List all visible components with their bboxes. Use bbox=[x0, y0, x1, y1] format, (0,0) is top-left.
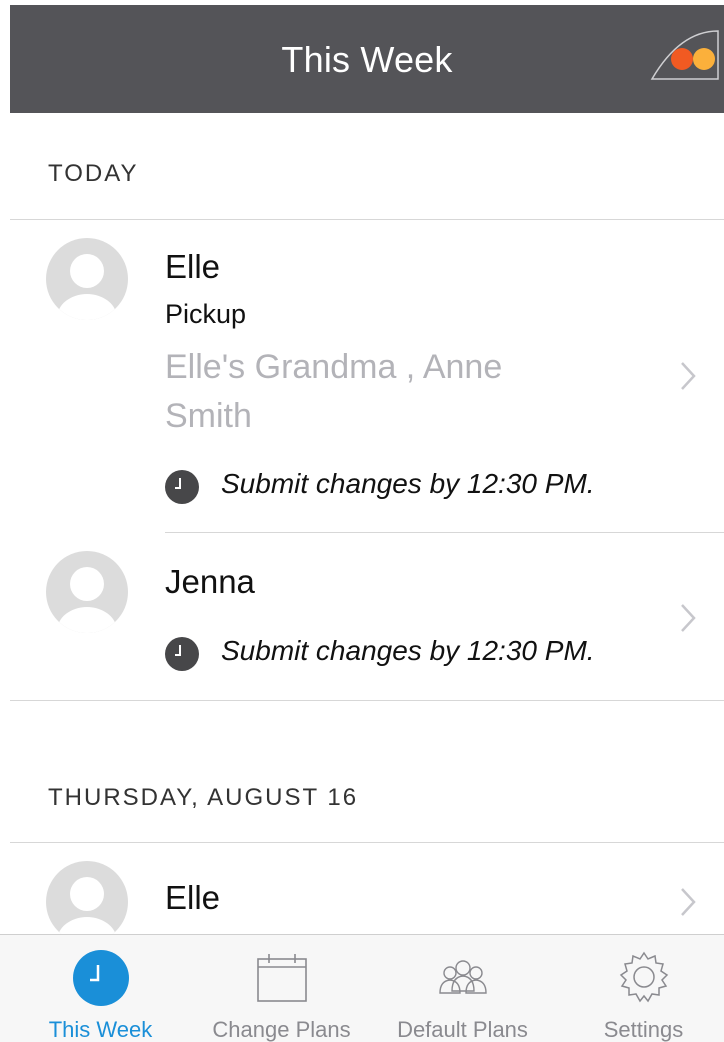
pickup-people: Elle's Grandma , Anne Smith bbox=[165, 348, 503, 435]
tab-settings[interactable]: Settings bbox=[553, 935, 724, 1042]
plan-type: Pickup bbox=[165, 299, 247, 329]
group-icon bbox=[438, 960, 487, 994]
deadline-text: Submit changes by 12:30 PM. bbox=[221, 635, 595, 666]
page-title: This Week bbox=[281, 39, 453, 80]
tab-label: Settings bbox=[603, 1017, 684, 1042]
tab-label: This Week bbox=[48, 1017, 153, 1042]
section-header-today: TODAY bbox=[48, 160, 139, 187]
child-name: Jenna bbox=[165, 563, 255, 600]
avatar-placeholder-icon bbox=[46, 551, 128, 633]
tab-change-plans[interactable]: Change Plans bbox=[191, 935, 372, 1042]
clock-icon bbox=[165, 470, 199, 504]
navigation-bar: This Week bbox=[10, 5, 724, 113]
tab-bar: This Week Change Plans Default Plans Set… bbox=[0, 934, 724, 1042]
tab-label: Change Plans bbox=[212, 1017, 351, 1042]
section-header-thursday: THURSDAY, AUGUST 16 bbox=[48, 784, 359, 811]
child-name: Elle bbox=[165, 248, 221, 285]
clock-icon bbox=[72, 950, 129, 1006]
section-divider bbox=[10, 700, 724, 701]
list-item-jenna-today[interactable]: Jenna Submit changes by 12:30 PM. bbox=[0, 533, 724, 700]
tab-label: Default Plans bbox=[397, 1017, 528, 1042]
app-screen: This Week TODAY Elle Pickup Elle's Grand… bbox=[0, 0, 724, 1042]
brand-logo-icon bbox=[650, 30, 719, 80]
gear-icon bbox=[619, 951, 668, 1003]
tab-this-week[interactable]: This Week bbox=[10, 935, 191, 1042]
child-name: Elle bbox=[165, 879, 221, 916]
deadline-text: Submit changes by 12:30 PM. bbox=[221, 468, 595, 499]
tab-default-plans[interactable]: Default Plans bbox=[372, 935, 553, 1042]
clock-icon bbox=[165, 637, 199, 671]
avatar-placeholder-icon bbox=[46, 861, 128, 934]
calendar-icon bbox=[256, 954, 307, 1002]
chevron-right-icon bbox=[681, 604, 696, 632]
list-item-elle-thursday[interactable]: Elle bbox=[0, 843, 724, 934]
chevron-right-icon bbox=[681, 888, 696, 916]
avatar-placeholder-icon bbox=[46, 238, 128, 320]
chevron-right-icon bbox=[681, 362, 696, 390]
list-item-elle-today[interactable]: Elle Pickup Elle's Grandma , Anne Smith … bbox=[0, 220, 724, 532]
